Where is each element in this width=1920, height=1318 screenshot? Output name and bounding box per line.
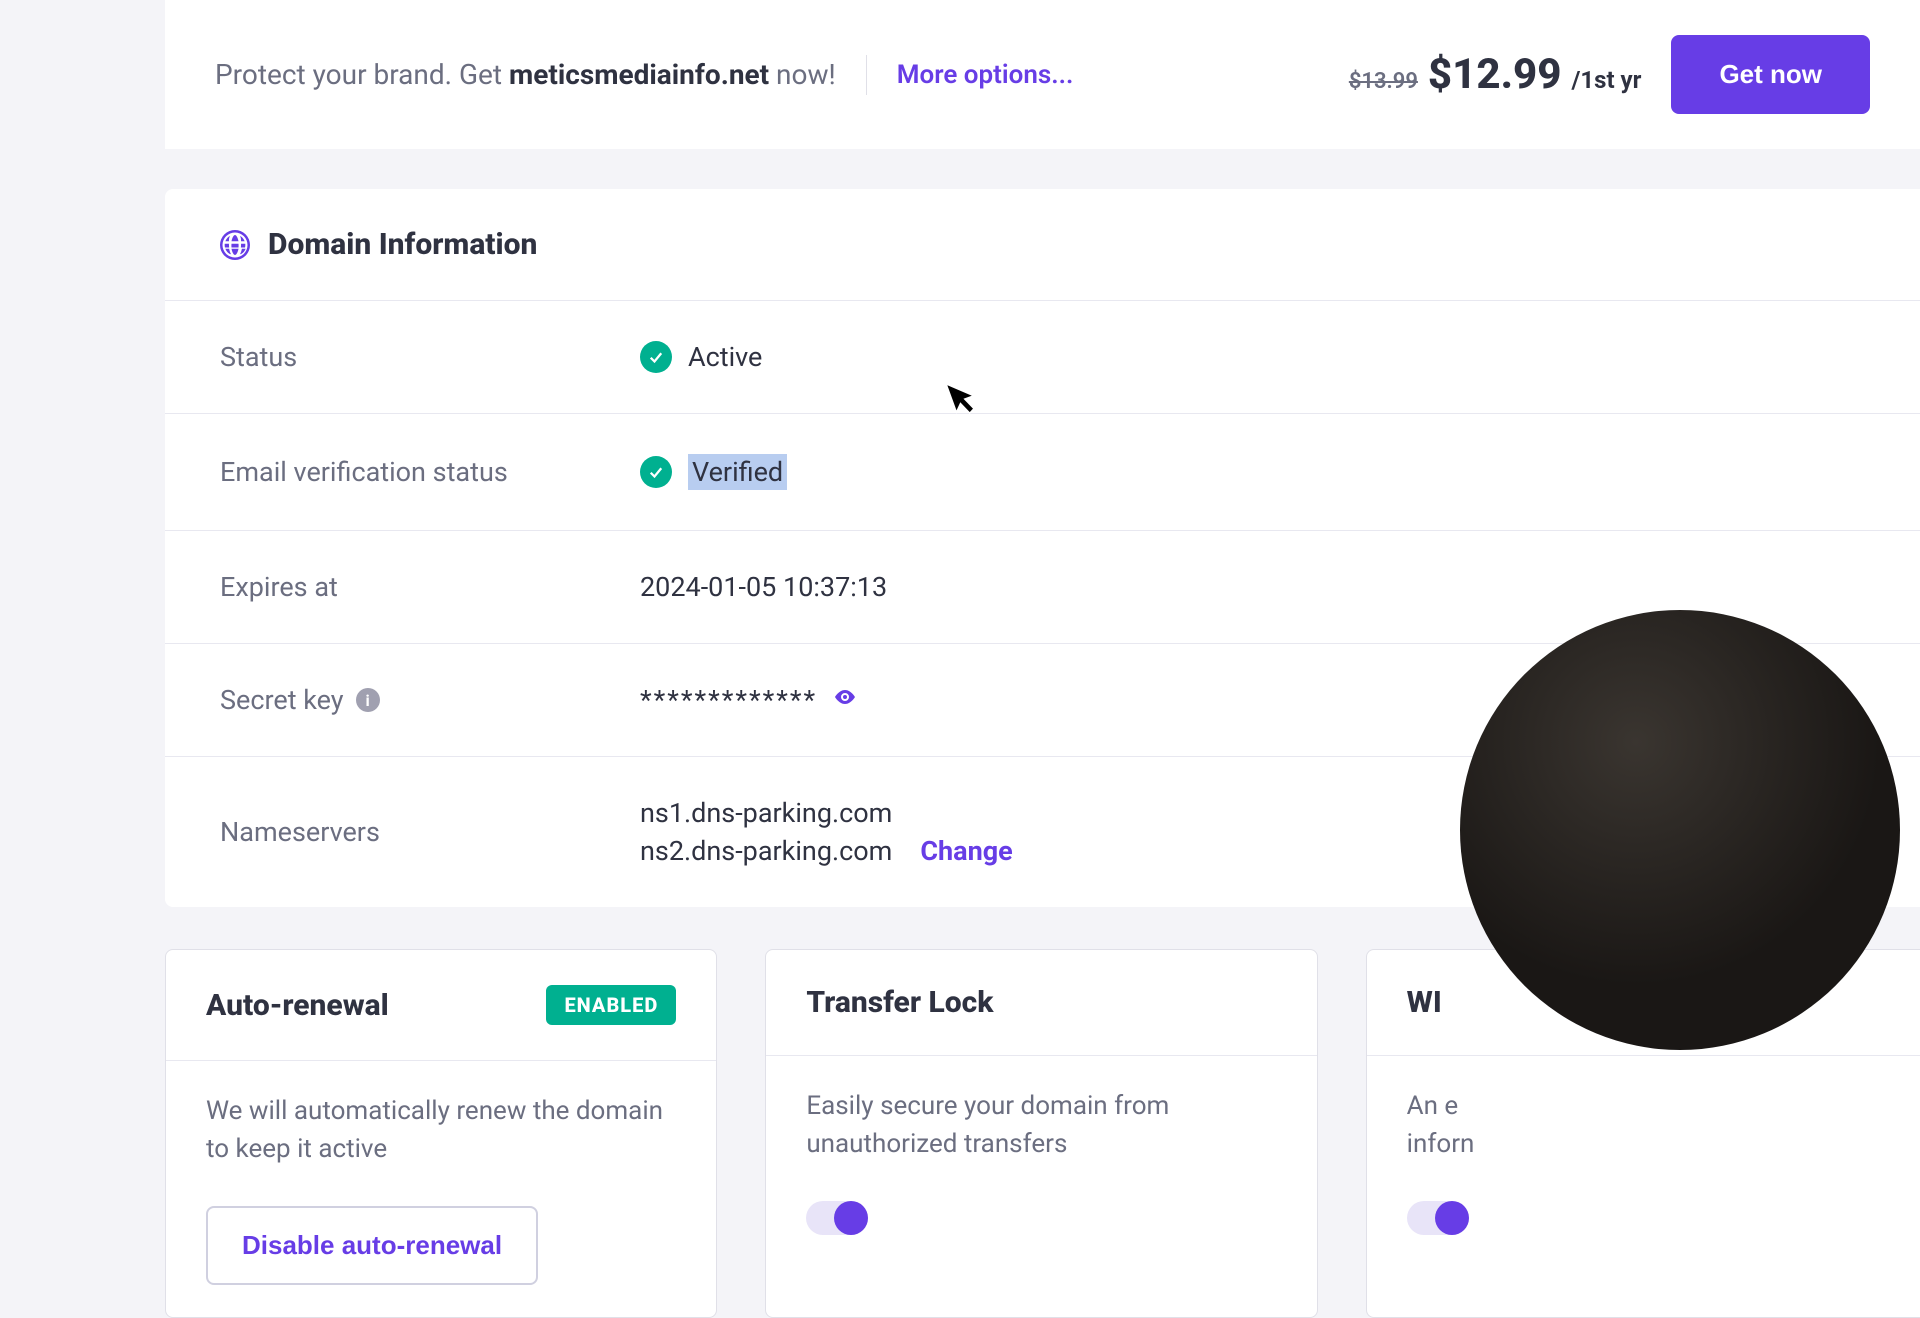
nameserver-1: ns1.dns-parking.com xyxy=(640,797,1013,829)
expires-value: 2024-01-05 10:37:13 xyxy=(640,571,887,603)
nameservers-label: Nameservers xyxy=(220,816,640,848)
expires-label: Expires at xyxy=(220,571,640,603)
get-now-button[interactable]: Get now xyxy=(1671,35,1870,114)
whois-desc-1: An e xyxy=(1407,1091,1459,1121)
promo-suffix: now! xyxy=(769,58,836,91)
auto-renewal-title: Auto-renewal xyxy=(206,988,389,1023)
secret-key-label: Secret key i xyxy=(220,684,640,716)
disable-auto-renewal-button[interactable]: Disable auto-renewal xyxy=(206,1206,538,1285)
nameservers-value: ns1.dns-parking.com ns2.dns-parking.com … xyxy=(640,797,1013,867)
transfer-lock-header: Transfer Lock xyxy=(766,950,1316,1056)
card-header: Domain Information xyxy=(165,189,1920,300)
transfer-lock-title: Transfer Lock xyxy=(806,985,993,1020)
whois-body: An e inforn xyxy=(1367,1056,1920,1267)
status-row: Status Active xyxy=(165,300,1920,413)
whois-desc-2: inforn xyxy=(1407,1129,1475,1159)
promo-banner: Protect your brand. Get meticsmediainfo.… xyxy=(165,0,1920,149)
transfer-lock-desc: Easily secure your domain from unauthori… xyxy=(806,1088,1276,1163)
enabled-badge: ENABLED xyxy=(546,985,676,1025)
whois-toggle[interactable] xyxy=(1407,1201,1469,1235)
domain-info-title: Domain Information xyxy=(268,227,537,262)
transfer-lock-toggle[interactable] xyxy=(806,1201,868,1235)
status-label: Status xyxy=(220,341,640,373)
transfer-lock-body: Easily secure your domain from unauthori… xyxy=(766,1056,1316,1267)
webcam-overlay xyxy=(1460,610,1900,1050)
whois-title: WI xyxy=(1407,985,1442,1020)
toggle-knob xyxy=(834,1201,868,1235)
auto-renewal-body: We will automatically renew the domain t… xyxy=(166,1061,716,1317)
email-verification-text: Verified xyxy=(688,454,787,490)
secret-masked: ************* xyxy=(640,684,817,716)
promo-prefix: Protect your brand. Get xyxy=(215,58,509,91)
status-text: Active xyxy=(688,341,762,373)
new-price: $12.99 xyxy=(1428,50,1562,99)
price-period: /1st yr xyxy=(1571,66,1641,94)
auto-renewal-header: Auto-renewal ENABLED xyxy=(166,950,716,1061)
auto-renewal-desc: We will automatically renew the domain t… xyxy=(206,1093,676,1168)
promo-text: Protect your brand. Get meticsmediainfo.… xyxy=(215,58,836,91)
nameserver-2: ns2.dns-parking.com xyxy=(640,835,892,867)
auto-renewal-card: Auto-renewal ENABLED We will automatical… xyxy=(165,949,717,1318)
more-options-link[interactable]: More options... xyxy=(897,60,1074,90)
check-icon xyxy=(640,341,672,373)
toggle-knob xyxy=(1435,1201,1469,1235)
eye-icon[interactable] xyxy=(833,684,857,716)
promo-right: $13.99 $12.99/1st yr Get now xyxy=(1349,35,1870,114)
check-icon xyxy=(640,456,672,488)
divider xyxy=(866,55,867,95)
whois-desc: An e inforn xyxy=(1407,1088,1880,1163)
globe-icon xyxy=(220,230,250,260)
price-block: $13.99 $12.99/1st yr xyxy=(1349,50,1642,99)
secret-key-value: ************* xyxy=(640,684,857,716)
old-price: $13.99 xyxy=(1349,69,1418,94)
info-icon[interactable]: i xyxy=(356,688,380,712)
promo-domain: meticsmediainfo.net xyxy=(509,58,769,91)
email-verification-row: Email verification status Verified xyxy=(165,413,1920,530)
secret-label-text: Secret key xyxy=(220,684,344,716)
change-nameservers-link[interactable]: Change xyxy=(920,835,1012,867)
email-verification-label: Email verification status xyxy=(220,456,640,488)
promo-left: Protect your brand. Get meticsmediainfo.… xyxy=(215,55,1073,95)
email-verification-value: Verified xyxy=(640,454,787,490)
transfer-lock-card: Transfer Lock Easily secure your domain … xyxy=(765,949,1317,1318)
status-value: Active xyxy=(640,341,762,373)
nameserver-2-row: ns2.dns-parking.com Change xyxy=(640,835,1013,867)
